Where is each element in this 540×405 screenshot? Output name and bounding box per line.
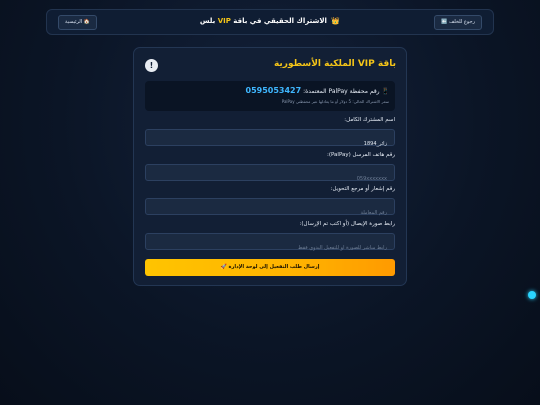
phone-field[interactable] (145, 164, 395, 187)
phone-label: رقم هاتف المرسل (PalPay): (326, 152, 395, 158)
reference-label: رقم إشعار أو مرجع التحويل: (330, 186, 395, 192)
reference-field[interactable] (145, 198, 395, 221)
subscription-card: باقة VIP الملكية الأسطورية ! 📱 رقم محفظة… (133, 47, 407, 286)
wallet-info-box: 📱 رقم محفظة PalPay المعتمدة: 0595053427 … (145, 81, 395, 111)
top-bar: رجوع للخلف ⬅️ 👑 الاشتراك الحقيقي في باقة… (46, 9, 494, 35)
page-title-text: الاشتراك الحقيقي في باقة (233, 17, 327, 25)
reference-input[interactable] (146, 205, 394, 221)
wallet-number: 0595053427 (245, 86, 302, 95)
crown-icon: 👑 (331, 17, 341, 25)
home-button[interactable]: 🏠 الرئيسية (58, 15, 98, 30)
page-title: 👑 الاشتراك الحقيقي في باقة VIP بلس (47, 17, 493, 25)
wallet-line: 📱 رقم محفظة PalPay المعتمدة: 0595053427 (246, 86, 389, 95)
name-label: اسم المشترك الكامل: (344, 117, 395, 123)
card-title: باقة VIP الملكية الأسطورية (273, 59, 396, 69)
wallet-label: رقم محفظة PalPay المعتمدة: (303, 88, 380, 95)
receipt-label: رابط صورة الإيصال (أو اكتب تم الإرسال): (299, 221, 395, 227)
phone-input[interactable] (146, 171, 394, 187)
wallet-note: سعر الاشتراك الحالي: 5 دولار أو ما يعادل… (281, 99, 389, 104)
name-input[interactable] (146, 136, 394, 152)
status-dot-icon[interactable] (528, 291, 536, 299)
name-field[interactable] (145, 129, 395, 152)
phone-icon: 📱 (381, 88, 389, 95)
info-icon[interactable]: ! (145, 59, 158, 72)
receipt-field[interactable] (145, 233, 395, 256)
receipt-input[interactable] (146, 240, 394, 256)
page-title-suffix: بلس (199, 17, 216, 25)
page-title-vip: VIP (217, 17, 231, 25)
submit-button[interactable]: إرسال طلب التفعيل إلى لوحة الإدارة 🚀 (145, 259, 395, 276)
